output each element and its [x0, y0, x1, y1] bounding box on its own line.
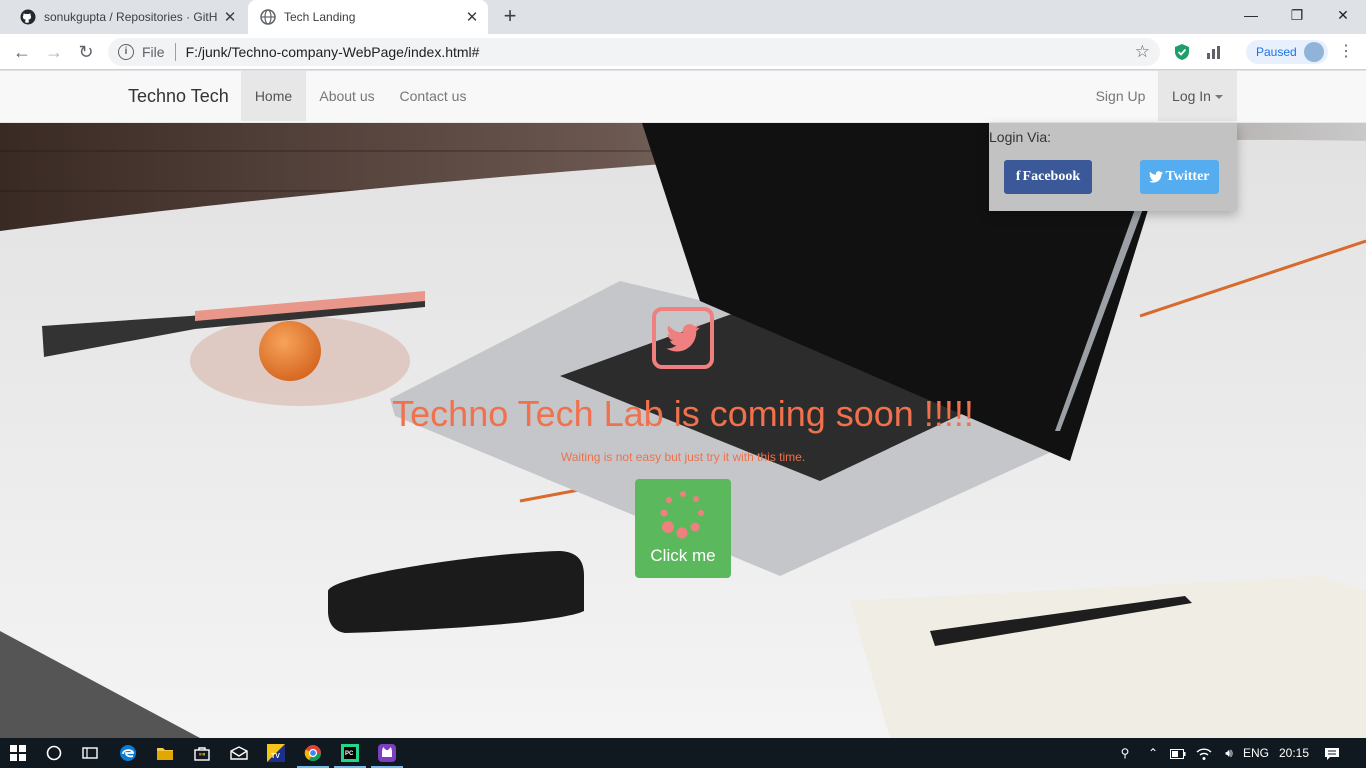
tab-strip: sonukgupta / Repositories · GitH ✕ Tech …: [0, 0, 1366, 34]
tv-app-icon[interactable]: TV: [258, 738, 294, 768]
volume-icon[interactable]: 🔊︎: [1220, 738, 1238, 768]
site-navbar: Techno Tech Home About us Contact us Sig…: [0, 71, 1366, 123]
edge-browser-icon[interactable]: [110, 738, 146, 768]
nav-link-home[interactable]: Home: [241, 71, 306, 121]
hero-headline: Techno Tech Lab is coming soon !!!!!: [392, 393, 974, 434]
caret-down-icon: [1214, 95, 1223, 100]
chevron-up-icon[interactable]: ⌃: [1145, 738, 1161, 768]
people-icon[interactable]: ⚲: [1115, 738, 1135, 768]
log-in-label: Log In: [1172, 88, 1211, 104]
tab-title: sonukgupta / Repositories · GitH: [44, 10, 218, 24]
back-arrow-icon[interactable]: ←: [8, 38, 36, 66]
bookmark-star-icon[interactable]: ☆: [1135, 42, 1150, 62]
info-icon[interactable]: i: [118, 44, 134, 60]
tab-tech-landing[interactable]: Tech Landing ✕: [248, 0, 488, 34]
login-via-label: Login Via:: [989, 129, 1052, 145]
browser-toolbar: ← → ↻ i File F:/junk/Techno-company-WebP…: [0, 34, 1366, 70]
notifications-icon[interactable]: [1324, 738, 1344, 768]
close-window-icon[interactable]: ✕: [1320, 0, 1366, 30]
divider: [174, 43, 176, 61]
store-bag-icon[interactable]: [184, 738, 220, 768]
facebook-label: Facebook: [1022, 169, 1081, 184]
twitter-bird-icon: [666, 324, 700, 352]
restore-icon[interactable]: ❐: [1274, 0, 1320, 30]
window-controls: — ❐ ✕: [1228, 0, 1366, 30]
url-text[interactable]: F:/junk/Techno-company-WebPage/index.htm…: [186, 44, 480, 60]
more-menu-icon[interactable]: ⋮: [1336, 40, 1356, 64]
minimize-icon[interactable]: —: [1228, 0, 1274, 30]
facebook-login-button[interactable]: f Facebook: [1004, 160, 1092, 194]
tab-github-repositories[interactable]: sonukgupta / Repositories · GitH ✕: [8, 0, 246, 34]
mail-icon[interactable]: [221, 738, 257, 768]
close-tab-icon[interactable]: ✕: [462, 8, 482, 26]
page-viewport: Techno Tech Home About us Contact us Sig…: [0, 71, 1366, 738]
profile-status: Paused: [1256, 45, 1297, 59]
click-me-label: Click me: [650, 546, 716, 565]
chrome-browser-icon[interactable]: [295, 738, 331, 768]
hero-subheadline: Waiting is not easy but just try it with…: [560, 450, 806, 464]
click-me-button[interactable]: Click me: [635, 479, 731, 578]
address-bar[interactable]: i File F:/junk/Techno-company-WebPage/in…: [108, 38, 1160, 66]
nav-link-about[interactable]: About us: [306, 71, 388, 121]
windows-start-icon[interactable]: [0, 738, 36, 768]
twitter-square-icon: [652, 307, 714, 369]
avatar: [1304, 42, 1324, 62]
globe-icon: [260, 9, 276, 25]
pycharm-icon[interactable]: PC: [332, 738, 368, 768]
twitter-label: Twitter: [1165, 169, 1210, 184]
analytics-extension-icon[interactable]: [1205, 43, 1223, 61]
twitter-bird-icon: [1149, 171, 1164, 183]
site-brand[interactable]: Techno Tech: [128, 71, 229, 121]
battery-icon[interactable]: [1170, 738, 1188, 768]
windows-taskbar: TV PC ⚲ ⌃ 🔊︎ ENG 20:15: [0, 738, 1366, 768]
login-dropdown-menu: Login Via: f Facebook Twitter: [989, 123, 1237, 211]
input-language[interactable]: ENG: [1243, 738, 1271, 768]
wifi-icon[interactable]: [1196, 738, 1214, 768]
search-circle-icon[interactable]: [36, 738, 72, 768]
facebook-icon: f: [1015, 169, 1021, 184]
nav-dropdown-log-in[interactable]: Log In: [1158, 71, 1237, 121]
reload-icon[interactable]: ↻: [72, 38, 100, 66]
clock[interactable]: 20:15: [1279, 738, 1313, 768]
tab-title: Tech Landing: [284, 10, 356, 24]
nav-link-contact[interactable]: Contact us: [388, 71, 478, 121]
profile-button[interactable]: Paused: [1246, 40, 1328, 64]
shield-extension-icon[interactable]: [1173, 43, 1191, 61]
svg-text:PC: PC: [345, 751, 354, 757]
forward-arrow-icon[interactable]: →: [40, 38, 68, 66]
new-tab-button[interactable]: +: [498, 5, 522, 29]
url-scheme: File: [142, 44, 165, 60]
cat-app-icon[interactable]: [369, 738, 405, 768]
task-view-icon[interactable]: [72, 738, 108, 768]
svg-text:TV: TV: [271, 753, 280, 760]
file-explorer-icon[interactable]: [147, 738, 183, 768]
github-icon: [20, 9, 36, 25]
twitter-login-button[interactable]: Twitter: [1140, 160, 1219, 194]
close-tab-icon[interactable]: ✕: [220, 8, 240, 26]
loading-spinner-icon: [660, 491, 704, 539]
nav-link-sign-up[interactable]: Sign Up: [1083, 71, 1158, 121]
